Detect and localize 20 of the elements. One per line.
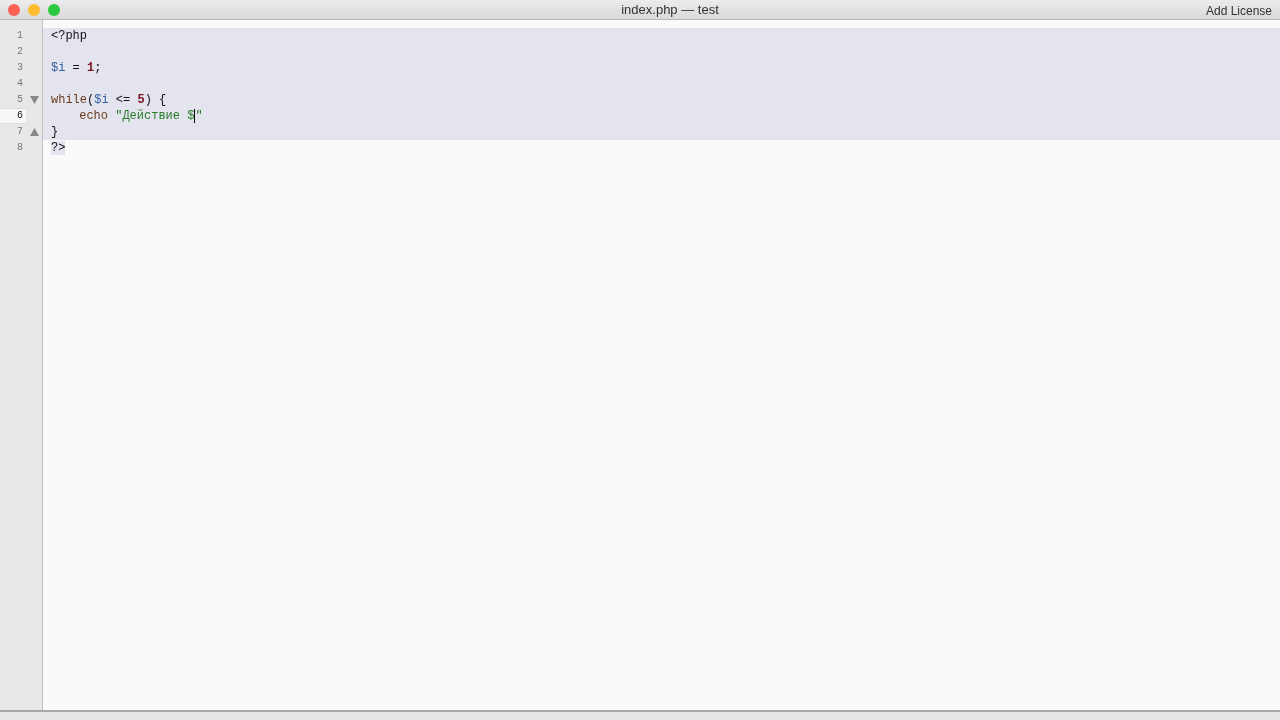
down-triangle-icon[interactable]	[29, 96, 39, 104]
code-line: <?php	[51, 29, 87, 43]
line-number: 1	[16, 29, 24, 43]
code-line: while($i <= 5) {	[51, 93, 167, 107]
minimize-button[interactable]	[28, 3, 40, 16]
code-line: }	[51, 125, 59, 139]
window-title: index.php — test	[621, 1, 719, 17]
line-number: 8	[16, 141, 24, 155]
up-triangle-icon[interactable]	[29, 128, 39, 136]
code-line: $i = 1;	[51, 61, 102, 75]
line-number: 4	[16, 77, 24, 91]
line-number: 5	[16, 93, 24, 107]
add-license-link[interactable]: Add License	[1205, 2, 1280, 20]
zoom-button[interactable]	[48, 3, 60, 16]
close-button[interactable]	[8, 3, 20, 16]
line-number: 2	[16, 45, 24, 59]
line-number: 6	[0, 108, 26, 124]
code-line: echo "Действие $"	[79, 109, 203, 123]
line-number: 3	[16, 61, 24, 75]
line-number: 7	[16, 125, 24, 139]
